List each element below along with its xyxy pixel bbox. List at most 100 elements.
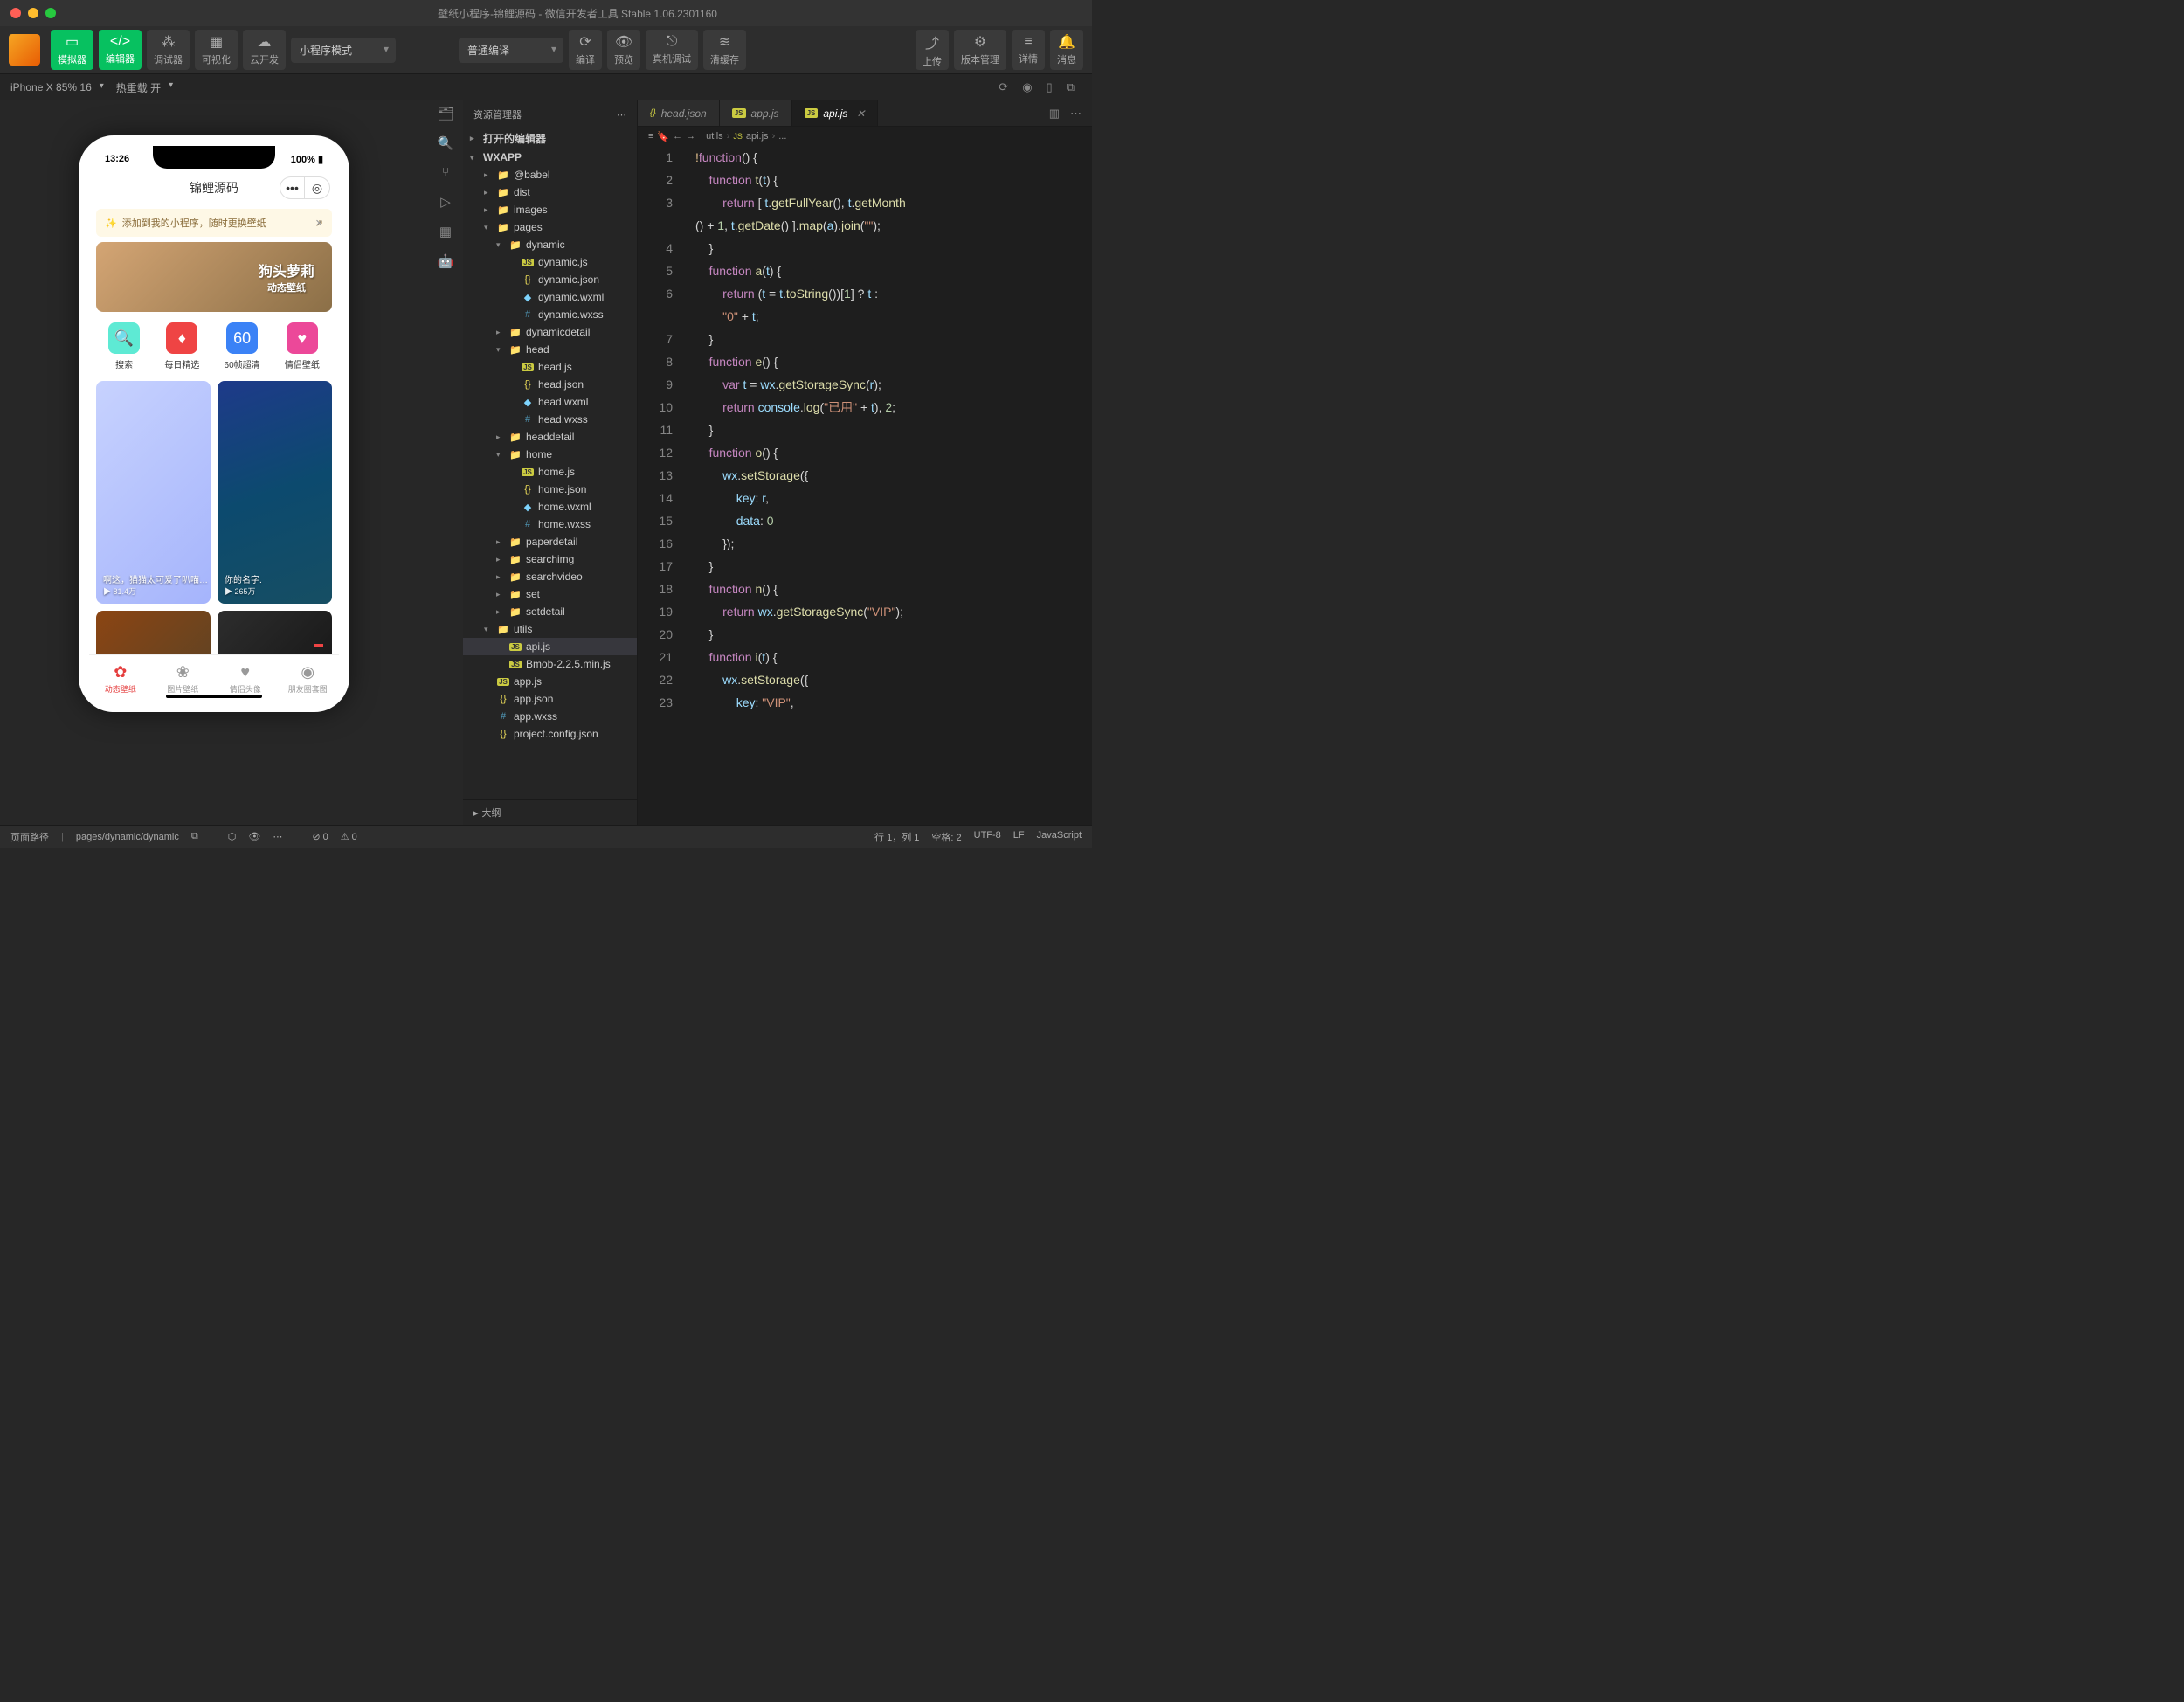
editor-tab[interactable]: {}head.json: [638, 100, 720, 126]
tree-item[interactable]: ▸📁setdetail: [463, 603, 637, 620]
refresh-icon[interactable]: ⟳: [999, 80, 1008, 94]
tree-item[interactable]: ▾📁dynamic: [463, 236, 637, 253]
tree-item[interactable]: ◆home.wxml: [463, 498, 637, 515]
tree-item[interactable]: #app.wxss: [463, 708, 637, 725]
tree-item[interactable]: JSapi.js: [463, 638, 637, 655]
tree-item[interactable]: ▸📁images: [463, 201, 637, 218]
warnings[interactable]: ⚠ 0: [341, 831, 357, 842]
capsule-close[interactable]: ◎: [305, 177, 329, 198]
visual-button[interactable]: ▦可视化: [195, 30, 238, 70]
tree-item[interactable]: ◆dynamic.wxml: [463, 288, 637, 306]
tree-item[interactable]: ▸📁searchvideo: [463, 568, 637, 585]
tree-item[interactable]: JShead.js: [463, 358, 637, 376]
capsule-menu[interactable]: •••: [280, 177, 305, 198]
editor-button[interactable]: </>编辑器: [99, 30, 142, 70]
language[interactable]: JavaScript: [1037, 830, 1082, 844]
minimize-window[interactable]: [28, 8, 38, 18]
compile-select[interactable]: 普通编译: [459, 38, 563, 63]
more-tabs-icon[interactable]: ⋯: [1070, 107, 1082, 121]
tree-item[interactable]: {}home.json: [463, 481, 637, 498]
clear-cache-button[interactable]: ≋清缓存: [703, 30, 746, 70]
category-item[interactable]: ♦每日精选: [164, 322, 199, 370]
tree-item[interactable]: ▸📁headdetail: [463, 428, 637, 446]
mode-select[interactable]: 小程序模式: [291, 38, 396, 63]
eye-icon[interactable]: 👁: [248, 831, 260, 842]
tree-item[interactable]: ▾📁utils: [463, 620, 637, 638]
tree-item[interactable]: ▾📁home: [463, 446, 637, 463]
close-window[interactable]: [10, 8, 21, 18]
upload-button[interactable]: ⤴上传: [916, 30, 949, 70]
tree-item[interactable]: ▸📁dist: [463, 183, 637, 201]
indent[interactable]: 空格: 2: [931, 830, 961, 844]
wallpaper-card[interactable]: [96, 611, 211, 654]
outline-section[interactable]: ▸大纲: [463, 799, 637, 825]
tip-banner[interactable]: 添加到我的小程序，随时更换壁纸 ↗ ✕: [96, 209, 332, 237]
version-button[interactable]: ⚙版本管理: [954, 30, 1006, 70]
encoding[interactable]: UTF-8: [974, 830, 1001, 844]
compile-button[interactable]: ⟳编译: [569, 30, 602, 70]
list-icon[interactable]: ≡: [648, 131, 653, 142]
robot-icon[interactable]: 🤖: [438, 253, 454, 269]
hotreload-select[interactable]: 热重载 开: [116, 80, 173, 95]
tab-item[interactable]: ◉朋友圈套图: [277, 655, 340, 702]
device-select[interactable]: iPhone X 85% 16: [10, 81, 104, 93]
wallpaper-card[interactable]: ▬: [218, 611, 332, 654]
wallpaper-card[interactable]: 你的名字. ▶ 265万: [218, 381, 332, 604]
tree-item[interactable]: #home.wxss: [463, 515, 637, 533]
open-editors-section[interactable]: ▸打开的编辑器: [463, 128, 637, 149]
bookmark-icon[interactable]: 🔖: [657, 131, 669, 142]
user-avatar[interactable]: [9, 34, 40, 66]
tree-item[interactable]: {}head.json: [463, 376, 637, 393]
root-section[interactable]: ▾WXAPP: [463, 149, 637, 166]
back-icon[interactable]: ←: [673, 131, 682, 142]
debugger-button[interactable]: ⁂调试器: [147, 30, 190, 70]
git-icon[interactable]: ⑂: [441, 165, 449, 180]
maximize-window[interactable]: [45, 8, 56, 18]
split-icon[interactable]: ▥: [1049, 107, 1060, 121]
ext-icon[interactable]: ▦: [439, 224, 452, 239]
tree-item[interactable]: ▸📁@babel: [463, 166, 637, 183]
debug-icon[interactable]: ▷: [440, 194, 451, 210]
tree-item[interactable]: {}dynamic.json: [463, 271, 637, 288]
tree-item[interactable]: JSapp.js: [463, 673, 637, 690]
files-icon[interactable]: 🗂: [437, 106, 453, 121]
copy-icon[interactable]: ⧉: [191, 831, 198, 842]
tree-item[interactable]: JSdynamic.js: [463, 253, 637, 271]
tree-item[interactable]: ▸📁dynamicdetail: [463, 323, 637, 341]
tab-item[interactable]: ✿动态壁纸: [89, 655, 152, 702]
tree-item[interactable]: ▾📁pages: [463, 218, 637, 236]
tree-item[interactable]: JSBmob-2.2.5.min.js: [463, 655, 637, 673]
more-status-icon[interactable]: ⋯: [273, 831, 282, 842]
code-editor[interactable]: 1234567891011121314151617181920212223 !f…: [638, 146, 1092, 825]
tree-item[interactable]: {}app.json: [463, 690, 637, 708]
editor-tab[interactable]: JSapp.js: [720, 100, 792, 126]
cloud-button[interactable]: ☁云开发: [243, 30, 286, 70]
tree-item[interactable]: #dynamic.wxss: [463, 306, 637, 323]
messages-button[interactable]: 🔔消息: [1050, 30, 1083, 70]
close-tab-icon[interactable]: ✕: [856, 107, 865, 120]
record-icon[interactable]: ◉: [1022, 80, 1032, 94]
bug-icon[interactable]: ⬡: [228, 831, 237, 842]
preview-button[interactable]: 👁预览: [607, 30, 640, 70]
close-tip-icon[interactable]: ✕: [315, 218, 323, 229]
tree-item[interactable]: #head.wxss: [463, 411, 637, 428]
tree-item[interactable]: ◆head.wxml: [463, 393, 637, 411]
more-icon[interactable]: ⋯: [617, 109, 626, 121]
category-item[interactable]: ♥情侣壁纸: [285, 322, 320, 370]
cursor-position[interactable]: 行 1，列 1: [874, 830, 919, 844]
page-path[interactable]: pages/dynamic/dynamic: [76, 832, 179, 842]
details-button[interactable]: ≡详情: [1012, 30, 1045, 70]
errors[interactable]: ⊘ 0: [312, 831, 328, 842]
tree-item[interactable]: ▸📁set: [463, 585, 637, 603]
screenshot-icon[interactable]: ⧉: [1067, 80, 1075, 94]
device-icon[interactable]: ▯: [1047, 80, 1053, 94]
tree-item[interactable]: ▾📁head: [463, 341, 637, 358]
wallpaper-card[interactable]: 啊这，猫猫太可爱了叭喵… ▶ 81.4万: [96, 381, 211, 604]
remote-debug-button[interactable]: ⎋真机调试: [646, 30, 698, 70]
category-item[interactable]: 6060帧超清: [225, 322, 260, 370]
search-icon[interactable]: 🔍: [438, 135, 454, 151]
eol[interactable]: LF: [1013, 830, 1025, 844]
simulator-button[interactable]: ▭模拟器: [51, 30, 93, 70]
tree-item[interactable]: ▸📁searchimg: [463, 550, 637, 568]
tree-item[interactable]: JShome.js: [463, 463, 637, 481]
